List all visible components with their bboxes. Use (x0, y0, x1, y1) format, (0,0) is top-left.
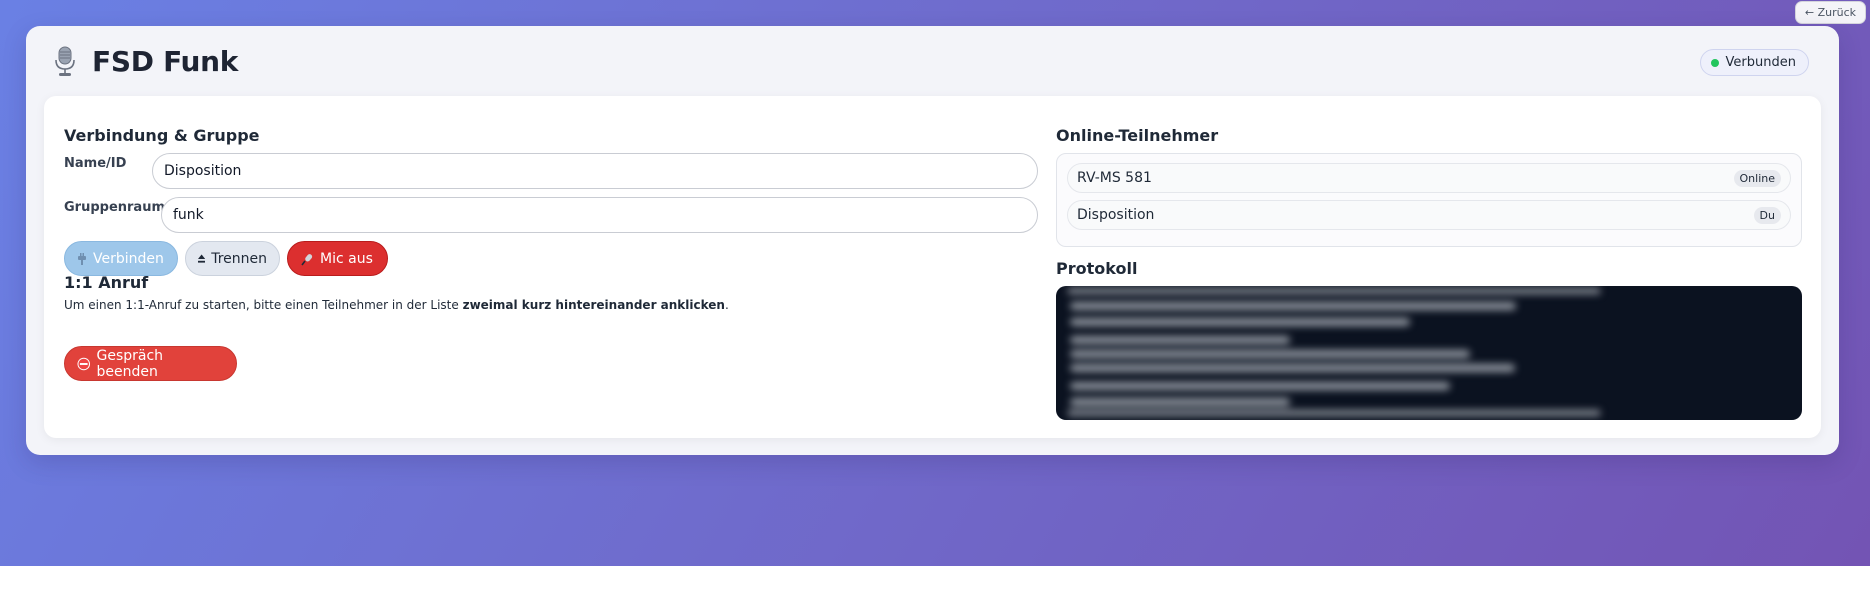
no-entry-icon (77, 357, 91, 370)
name-input-value: Disposition (164, 163, 242, 179)
call-hint-text: Um einen 1:1-Anruf zu starten, bitte ein… (64, 298, 729, 312)
log-section-title: Protokoll (1056, 259, 1138, 278)
call-hint-emphasis: zweimal kurz hintereinander anklicken (462, 298, 725, 312)
mic-off-button[interactable]: Mic aus (287, 241, 388, 276)
plug-icon (78, 252, 86, 265)
participants-section-title: Online-Teilnehmer (1056, 126, 1219, 145)
back-button[interactable]: ← Zurück (1794, 1, 1866, 24)
back-button-label: ← Zurück (1804, 6, 1856, 19)
participant-status-badge: Online (1733, 169, 1781, 187)
participant-status-badge: Du (1753, 206, 1781, 224)
microphone-icon (55, 46, 75, 76)
participant-name: Disposition (1077, 207, 1155, 223)
group-input[interactable]: funk (161, 197, 1038, 233)
participant-name: RV-MS 581 (1077, 170, 1152, 186)
connection-status-badge: Verbunden (1699, 49, 1809, 76)
log-content-redacted (1068, 288, 1600, 418)
participant-list: RV-MS 581 Online Disposition Du (1056, 153, 1802, 247)
participant-item-disposition[interactable]: Disposition Du (1067, 200, 1791, 230)
connect-button[interactable]: Verbinden (64, 241, 178, 276)
status-dot-icon (1710, 58, 1719, 67)
microphone-off-icon (301, 253, 313, 265)
end-call-button[interactable]: Gespräch beenden (64, 346, 237, 381)
connection-section-title: Verbindung & Gruppe (64, 126, 260, 145)
app-header: FSD Funk Verbunden (26, 26, 1839, 96)
group-label: Gruppenraum (64, 200, 166, 215)
mic-off-button-label: Mic aus (320, 250, 373, 267)
connect-button-label: Verbinden (93, 250, 164, 267)
disconnect-button[interactable]: Trennen (185, 241, 280, 276)
page-title: FSD Funk (92, 44, 239, 78)
end-call-button-label: Gespräch beenden (96, 347, 164, 380)
participant-item-rv-ms-581[interactable]: RV-MS 581 Online (1067, 163, 1791, 193)
name-label: Name/ID (64, 156, 127, 171)
call-hint-suffix: . (724, 298, 729, 312)
log-panel[interactable] (1056, 286, 1802, 420)
main-panel: Verbindung & Gruppe Name/ID Disposition … (44, 96, 1821, 438)
call-hint-prefix: Um einen 1:1-Anruf zu starten, bitte ein… (64, 298, 463, 312)
eject-icon (198, 253, 206, 263)
disconnect-button-label: Trennen (211, 250, 267, 267)
call-section-title: 1:1 Anruf (64, 273, 149, 292)
app-card: FSD Funk Verbunden Verbindung & Gruppe N… (26, 26, 1839, 455)
connection-status-label: Verbunden (1725, 55, 1796, 70)
group-input-value: funk (173, 207, 204, 223)
name-input[interactable]: Disposition (152, 153, 1038, 189)
